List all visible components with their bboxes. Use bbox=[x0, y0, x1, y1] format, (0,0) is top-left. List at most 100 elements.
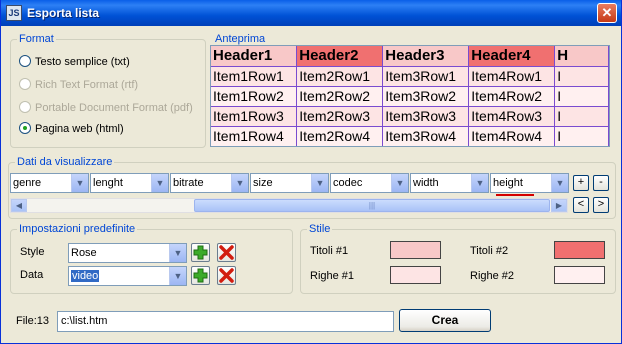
format-group: Format Testo semplice (txt) Rich Text Fo… bbox=[10, 33, 206, 148]
column-select-value: width bbox=[413, 177, 439, 189]
titoli1-color-swatch[interactable] bbox=[390, 241, 441, 259]
chevron-down-icon[interactable]: ▼ bbox=[471, 174, 488, 192]
column-select-lenght[interactable]: lenght ▼ bbox=[90, 173, 169, 193]
righe1-color-swatch[interactable] bbox=[390, 266, 441, 284]
presets-legend: Impostazioni predefinite bbox=[17, 223, 138, 235]
preview-legend: Anteprima bbox=[213, 33, 268, 45]
scroll-right-icon[interactable]: ▶ bbox=[551, 199, 567, 212]
delete-style-button[interactable] bbox=[217, 243, 236, 262]
chevron-down-icon[interactable]: ▼ bbox=[151, 174, 168, 192]
chevron-down-icon[interactable]: ▼ bbox=[71, 174, 88, 192]
data-select[interactable]: video ▼ bbox=[68, 266, 187, 286]
column-select-value: genre bbox=[13, 177, 42, 189]
radio-html[interactable]: Pagina web (html) bbox=[19, 121, 124, 137]
preview-cell: Item4Row3 bbox=[468, 106, 556, 127]
column-select-value: bitrate bbox=[173, 177, 204, 189]
preview-header-cell: H bbox=[554, 46, 609, 67]
chevron-down-icon[interactable]: ▼ bbox=[391, 174, 408, 192]
radio-txt-label: Testo semplice (txt) bbox=[35, 56, 130, 68]
scrollbar-thumb[interactable]: ||| bbox=[194, 199, 550, 212]
column-select-genre[interactable]: genre ▼ bbox=[10, 173, 89, 193]
style-select[interactable]: Rose ▼ bbox=[68, 243, 187, 263]
preview-cell: Item2Row2 bbox=[296, 86, 384, 107]
move-column-left-button[interactable]: < bbox=[573, 197, 589, 213]
radio-txt[interactable]: Testo semplice (txt) bbox=[19, 54, 130, 70]
columns-horizontal-scrollbar[interactable]: ◀ ||| ▶ bbox=[10, 198, 568, 213]
delete-icon bbox=[219, 268, 234, 283]
preview-row: Item1Row3 Item2Row3 Item3Row3 Item4Row3 … bbox=[211, 106, 609, 127]
radio-html-circle[interactable] bbox=[19, 122, 31, 134]
column-select-value: codec bbox=[333, 177, 363, 189]
format-legend: Format bbox=[17, 33, 56, 45]
preview-cell: Item3Row4 bbox=[382, 126, 470, 146]
preview-cell: Item4Row2 bbox=[468, 86, 556, 107]
scroll-left-icon[interactable]: ◀ bbox=[11, 199, 27, 212]
close-button[interactable]: ✕ bbox=[597, 3, 617, 23]
title-bar[interactable]: JS Esporta lista ✕ bbox=[1, 0, 621, 26]
export-list-window: JS Esporta lista ✕ Format Testo semplice… bbox=[0, 0, 622, 344]
data-select-value: video bbox=[71, 270, 100, 282]
radio-txt-circle[interactable] bbox=[19, 55, 31, 67]
preview-row: Item1Row1 Item2Row1 Item3Row1 Item4Row1 … bbox=[211, 66, 609, 87]
column-select-codec[interactable]: codec ▼ bbox=[330, 173, 409, 193]
remove-column-button[interactable]: - bbox=[593, 175, 609, 191]
preview-cell: Item1Row3 bbox=[211, 106, 298, 127]
add-data-button[interactable] bbox=[191, 266, 210, 285]
column-select-bitrate[interactable]: bitrate ▼ bbox=[170, 173, 249, 193]
chevron-down-icon[interactable]: ▼ bbox=[551, 174, 568, 192]
preview-cell: Item1Row2 bbox=[211, 86, 298, 107]
style-group: Stile bbox=[300, 223, 616, 294]
titoli2-label: Titoli #2 bbox=[470, 245, 509, 257]
move-column-right-button[interactable]: > bbox=[593, 197, 609, 213]
chevron-down-icon[interactable]: ▼ bbox=[231, 174, 248, 192]
chevron-down-icon[interactable]: ▼ bbox=[169, 267, 186, 285]
preview-cell: Item1Row1 bbox=[211, 66, 298, 87]
preview-row: Item1Row2 Item2Row2 Item3Row2 Item4Row2 … bbox=[211, 86, 609, 107]
plus-icon bbox=[193, 245, 208, 260]
preview-cell: I bbox=[554, 126, 609, 146]
preview-cell: Item2Row3 bbox=[296, 106, 384, 127]
righe2-label: Righe #2 bbox=[470, 270, 515, 282]
window-title: Esporta lista bbox=[27, 6, 100, 20]
preview-header-cell: Header3 bbox=[382, 46, 470, 67]
style-select-value: Rose bbox=[71, 247, 97, 259]
add-style-button[interactable] bbox=[191, 243, 210, 262]
preview-row: Item1Row4 Item2Row4 Item3Row4 Item4Row4 … bbox=[211, 126, 609, 146]
column-select-size[interactable]: size ▼ bbox=[250, 173, 329, 193]
preview-cell: Item1Row4 bbox=[211, 126, 298, 146]
preview-cell: Item4Row1 bbox=[468, 66, 556, 87]
preview-cell: I bbox=[554, 66, 609, 87]
radio-html-label: Pagina web (html) bbox=[35, 123, 124, 135]
delete-icon bbox=[219, 245, 234, 260]
column-select-value: size bbox=[253, 177, 273, 189]
style-legend: Stile bbox=[307, 223, 333, 235]
chevron-down-icon[interactable]: ▼ bbox=[311, 174, 328, 192]
radio-rtf: Rich Text Format (rtf) bbox=[19, 77, 138, 93]
preview-table: Header1 Header2 Header3 Header4 H Item1R… bbox=[211, 46, 609, 146]
chevron-down-icon[interactable]: ▼ bbox=[169, 244, 186, 262]
preview-cell: Item2Row1 bbox=[296, 66, 384, 87]
preview-cell: Item4Row4 bbox=[468, 126, 556, 146]
preview-cell: Item3Row2 bbox=[382, 86, 470, 107]
delete-data-button[interactable] bbox=[217, 266, 236, 285]
preview-cell: I bbox=[554, 86, 609, 107]
preview-header-cell: Header4 bbox=[468, 46, 556, 67]
righe2-color-swatch[interactable] bbox=[554, 266, 605, 284]
style-label: Style bbox=[20, 246, 45, 258]
preview-cell: Item2Row4 bbox=[296, 126, 384, 146]
preview-cell: I bbox=[554, 106, 609, 127]
file-label: File:13 bbox=[16, 315, 50, 327]
column-select-width[interactable]: width ▼ bbox=[410, 173, 489, 193]
data-columns-legend: Dati da visualizzare bbox=[15, 156, 115, 168]
add-column-button[interactable]: + bbox=[573, 175, 589, 191]
app-icon: JS bbox=[6, 5, 22, 21]
radio-pdf-label: Portable Document Format (pdf) bbox=[35, 102, 193, 114]
column-select-value: height bbox=[493, 177, 523, 189]
titoli2-color-swatch[interactable] bbox=[554, 241, 605, 259]
column-select-value: lenght bbox=[93, 177, 123, 189]
preview-table-pane: Header1 Header2 Header3 Header4 H Item1R… bbox=[210, 45, 610, 147]
create-button[interactable]: Crea bbox=[399, 309, 491, 332]
column-select-height[interactable]: height ▼ bbox=[490, 173, 569, 193]
data-label: Data bbox=[20, 269, 44, 281]
file-path-input[interactable]: c:\list.htm bbox=[57, 311, 394, 332]
